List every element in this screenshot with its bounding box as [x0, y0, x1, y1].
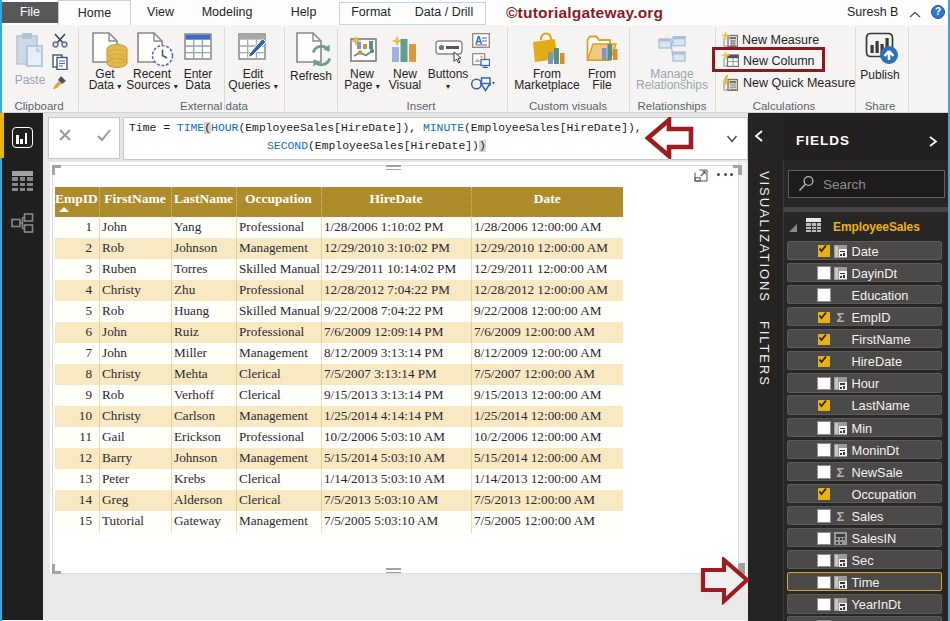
svg-text:A: A: [475, 35, 482, 46]
